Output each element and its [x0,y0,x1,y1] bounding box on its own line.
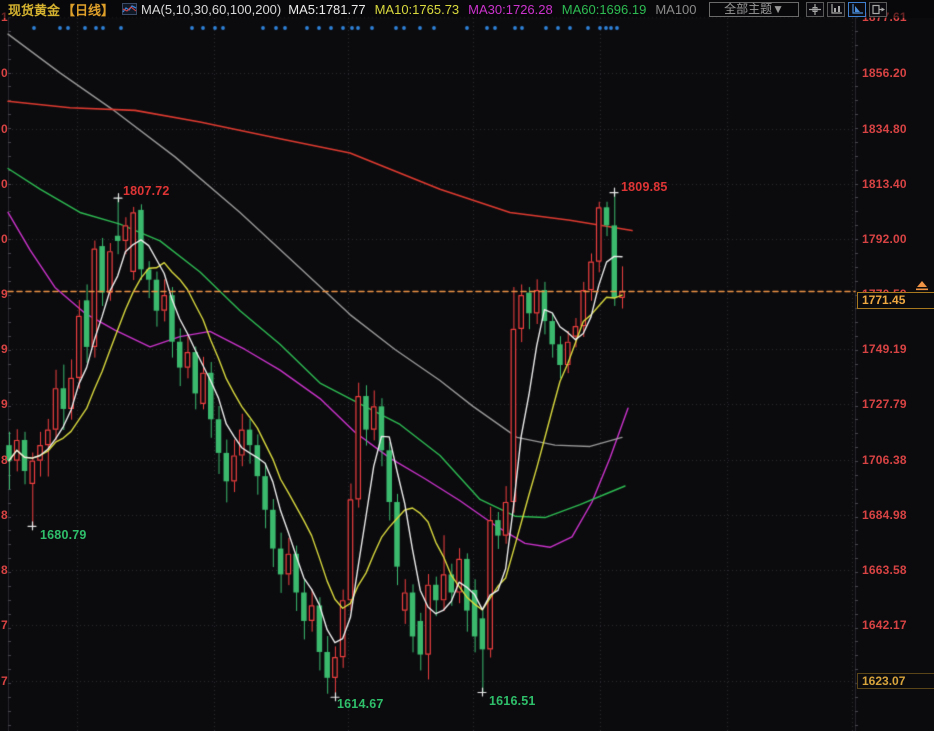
period-label: 【日线】 [62,0,114,19]
theme-dropdown[interactable]: 全部主题▼ [709,2,799,17]
y-axis-label: 1642.17 [862,618,907,632]
y-axis-label: 1813.40 [862,177,907,191]
y-axis-label: 1749.19 [862,342,907,356]
y-axis-label: 1727.79 [862,397,907,411]
left-axis-partial-label: 0 [1,177,8,191]
symbol-title: 现货黄金 [8,0,60,19]
ma-settings-label: MA(5,10,30,60,100,200) [141,2,281,17]
left-axis-partial-label: 0 [1,66,8,80]
axis-scale-icon [830,4,842,15]
left-axis-partial-label: 9 [1,342,8,356]
left-axis-partial-label: 9 [1,397,8,411]
toolbar-icon-group [806,2,890,17]
ma-legend-item-0: MA5:1781.77 [288,2,365,17]
y-axis-label: 1706.38 [862,453,907,467]
left-axis-partial-label: 9 [1,287,8,301]
move-crosshair-icon-button[interactable] [806,2,824,17]
trading-chart-window: 现货黄金 【日线】 MA(5,10,30,60,100,200) MA5:178… [0,0,934,731]
candlestick-chart-canvas[interactable] [0,0,934,731]
price-annotation: 1614.67 [337,697,384,711]
left-axis-partial-label: 0 [1,122,8,136]
y-axis-label: 1856.20 [862,66,907,80]
left-axis-partial-label: 8 [1,453,8,467]
current-price-tag: 1771.45 [857,292,934,309]
left-axis-partial-label: 8 [1,563,8,577]
y-axis-label: 1663.58 [862,563,907,577]
chart-toolbar: 现货黄金 【日线】 MA(5,10,30,60,100,200) MA5:178… [0,0,934,18]
y-axis-label: 1834.80 [862,122,907,136]
axis-scale-right-icon-button[interactable] [848,2,866,17]
ma-legend-item-3: MA60:1696.19 [562,2,647,17]
ma-legend-item-2: MA30:1726.28 [468,2,553,17]
ma-legend: MA5:1781.77 MA10:1765.73 MA30:1726.28 MA60:… [288,2,705,17]
price-annotation: 1680.79 [40,528,87,542]
move-crosshair-icon [809,4,821,15]
pan-right-icon-button[interactable] [869,2,887,17]
range-low-tag: 1623.07 [857,673,934,689]
axis-scale-right-icon [851,4,863,15]
price-annotation: 1809.85 [621,180,668,194]
left-axis-partial-label: 8 [1,508,8,522]
ma-legend-item-1: MA10:1765.73 [375,2,460,17]
pan-right-icon [872,4,885,15]
axis-scale-icon-button[interactable] [827,2,845,17]
price-alert-icon[interactable] [914,281,930,292]
price-annotation: 1807.72 [123,184,170,198]
mini-chart-icon [122,3,137,15]
left-axis-partial-label: 7 [1,618,8,632]
y-axis-label: 1792.00 [862,232,907,246]
price-annotation: 1616.51 [489,694,536,708]
y-axis-label: 1684.98 [862,508,907,522]
left-axis-partial-label: 0 [1,232,8,246]
ma-legend-item-4: MA100 [655,2,696,17]
left-axis-partial-label: 7 [1,674,8,688]
